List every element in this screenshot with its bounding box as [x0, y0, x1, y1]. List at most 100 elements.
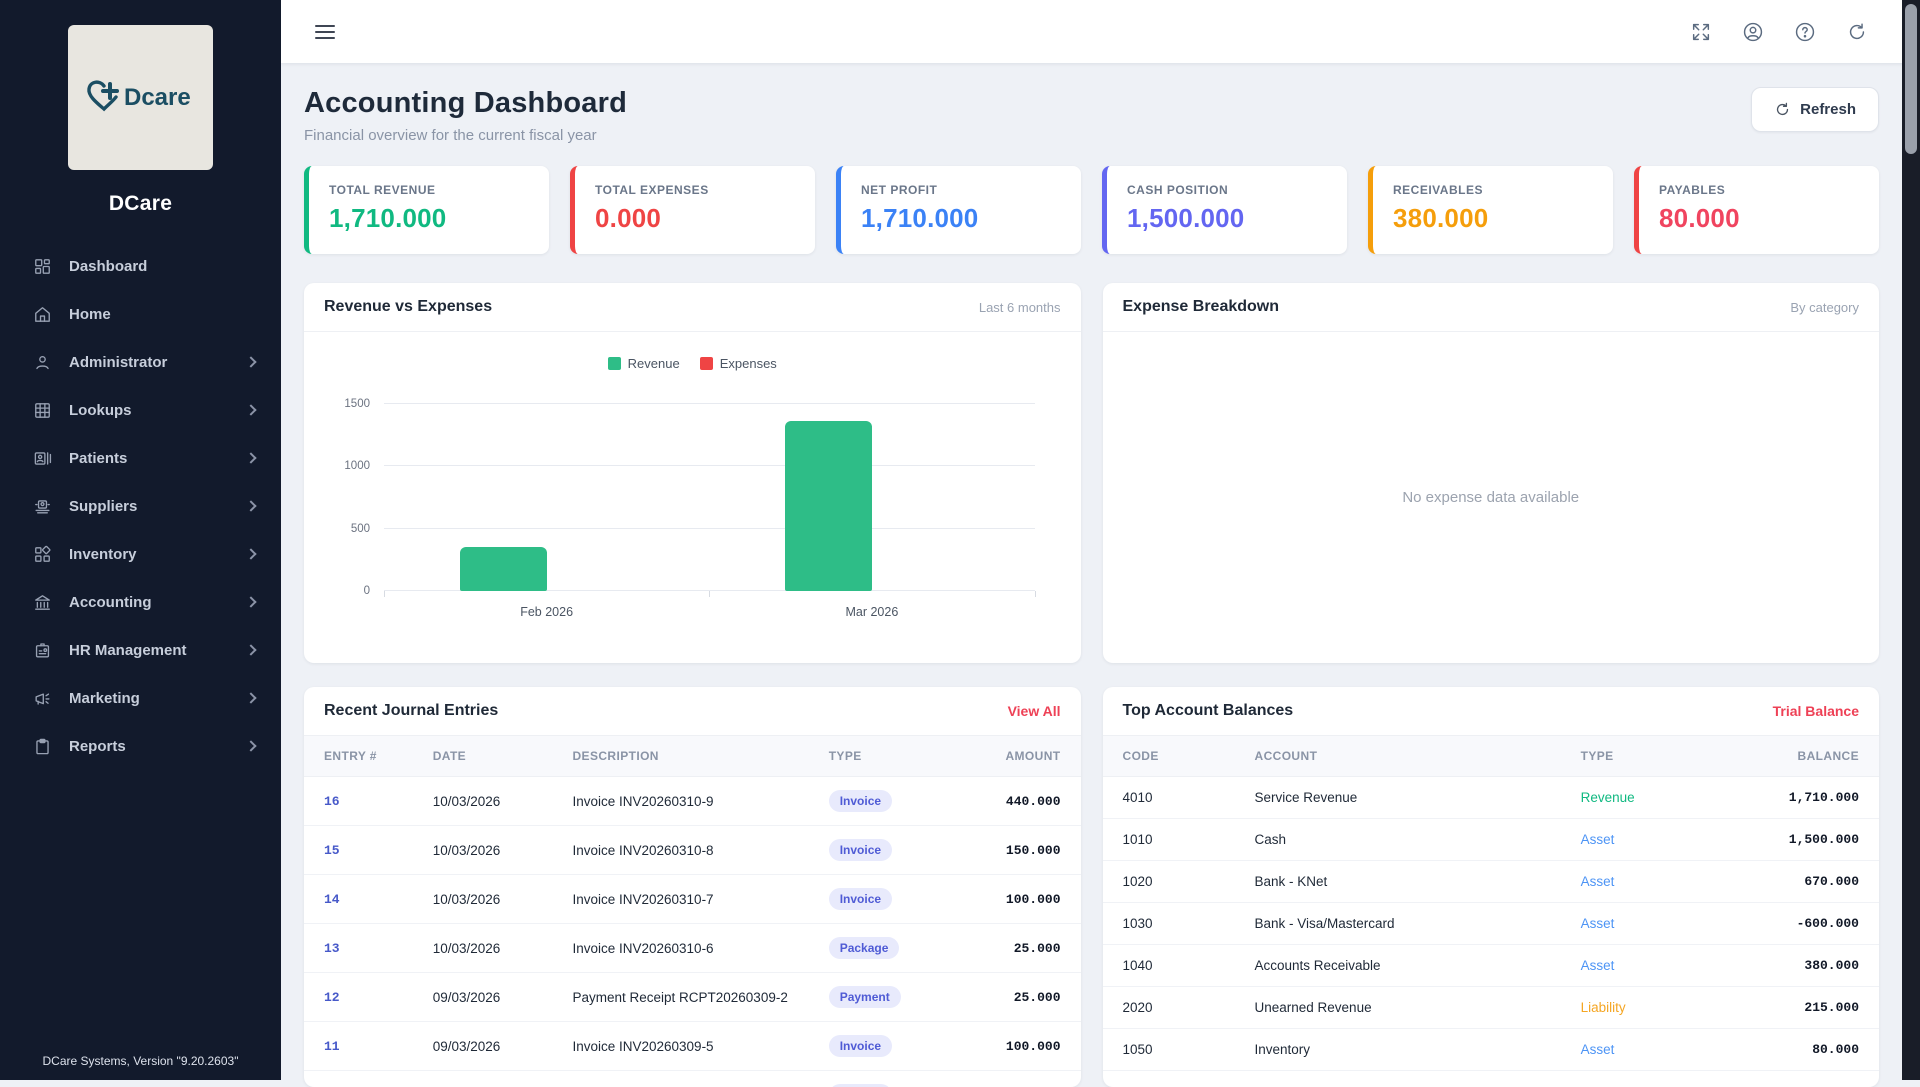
- chevron-right-icon: [245, 596, 256, 607]
- account-type: Asset: [1561, 819, 1732, 861]
- sidebar-item-accounting[interactable]: Accounting: [0, 578, 281, 626]
- entry-link[interactable]: 15: [324, 843, 340, 858]
- page-title: Accounting Dashboard: [304, 87, 627, 120]
- type-badge: Invoice: [829, 790, 892, 812]
- chevron-right-icon: [245, 452, 256, 463]
- gridline: [384, 528, 1035, 529]
- sidebar-item-suppliers[interactable]: Suppliers: [0, 482, 281, 530]
- dcare-logo-icon: Dcare: [82, 72, 200, 124]
- kpi-net-profit: NET PROFIT 1,710.000: [836, 166, 1081, 254]
- help-icon[interactable]: [1794, 21, 1816, 43]
- sidebar-item-lookups[interactable]: Lookups: [0, 386, 281, 434]
- account-balances-table: CODE ACCOUNT TYPE BALANCE 4010Service Re…: [1103, 736, 1880, 1071]
- menu-icon[interactable]: [315, 21, 335, 43]
- journal-entries-card: Recent Journal Entries View All ENTRY # …: [304, 687, 1081, 1087]
- kpi-total-revenue: TOTAL REVENUE 1,710.000: [304, 166, 549, 254]
- user-icon[interactable]: [1742, 21, 1764, 43]
- kpi-cards: TOTAL REVENUE 1,710.000 TOTAL EXPENSES 0…: [304, 166, 1879, 254]
- table-header-row: CODE ACCOUNT TYPE BALANCE: [1103, 736, 1880, 777]
- entry-link[interactable]: 11: [324, 1039, 340, 1054]
- legend-item-revenue[interactable]: Revenue: [608, 356, 680, 371]
- fullscreen-icon[interactable]: [1690, 21, 1712, 43]
- type-badge: Invoice: [829, 888, 892, 910]
- sidebar-nav: Dashboard Home Administrator Lookups Pat…: [0, 242, 281, 1054]
- scrollbar[interactable]: [1902, 0, 1920, 1080]
- y-axis-tick: 0: [364, 585, 370, 597]
- dashboard-icon: [33, 257, 52, 276]
- expense-panel-title: Expense Breakdown: [1123, 298, 1280, 316]
- sidebar-item-reports[interactable]: Reports: [0, 722, 281, 770]
- trial-balance-link[interactable]: Trial Balance: [1773, 703, 1859, 719]
- legend-swatch: [700, 357, 713, 370]
- scrollbar-thumb[interactable]: [1905, 4, 1917, 154]
- x-axis-tickmark: [384, 591, 385, 597]
- inventory-icon: [33, 545, 52, 564]
- y-axis-tick: 1000: [344, 460, 370, 472]
- type-badge: Invoice: [829, 839, 892, 861]
- chevron-right-icon: [245, 548, 256, 559]
- brand-logo[interactable]: Dcare: [68, 25, 213, 170]
- table-row: 1310/03/2026Invoice INV20260310-6Package…: [304, 924, 1081, 973]
- sidebar-item-dashboard[interactable]: Dashboard: [0, 242, 281, 290]
- svg-text:Dcare: Dcare: [124, 84, 191, 111]
- view-all-link[interactable]: View All: [1008, 703, 1061, 719]
- entry-link[interactable]: 12: [324, 990, 340, 1005]
- sidebar-item-marketing[interactable]: Marketing: [0, 674, 281, 722]
- sidebar-item-home[interactable]: Home: [0, 290, 281, 338]
- empty-state-message: No expense data available: [1402, 489, 1579, 506]
- journal-title: Recent Journal Entries: [324, 702, 498, 720]
- chevron-right-icon: [245, 500, 256, 511]
- legend-item-expenses[interactable]: Expenses: [700, 356, 777, 371]
- hr-badge-icon: [33, 641, 52, 660]
- entry-link[interactable]: 16: [324, 794, 340, 809]
- chevron-right-icon: [245, 740, 256, 751]
- sidebar-item-administrator[interactable]: Administrator: [0, 338, 281, 386]
- legend-swatch: [608, 357, 621, 370]
- account-type: Revenue: [1561, 777, 1732, 819]
- sidebar-item-inventory[interactable]: Inventory: [0, 530, 281, 578]
- revenue-expenses-chart-card: Revenue vs Expenses Last 6 months Revenu…: [304, 283, 1081, 663]
- page-content: Accounting Dashboard Financial overview …: [281, 63, 1920, 1087]
- kpi-cash-position: CASH POSITION 1,500.000: [1102, 166, 1347, 254]
- patients-icon: [33, 449, 52, 468]
- entry-link[interactable]: 13: [324, 941, 340, 956]
- balances-title: Top Account Balances: [1123, 702, 1294, 720]
- table-row: 1050InventoryAsset80.000: [1103, 1029, 1880, 1071]
- legend-label: Revenue: [628, 356, 680, 371]
- brand-name: DCare: [0, 192, 281, 216]
- account-type: Liability: [1561, 987, 1732, 1029]
- table-header-row: ENTRY # DATE DESCRIPTION TYPE AMOUNT: [304, 736, 1081, 777]
- chevron-right-icon: [245, 692, 256, 703]
- x-axis-label: Feb 2026: [520, 605, 573, 619]
- table-row: 1510/03/2026Invoice INV20260310-8Invoice…: [304, 826, 1081, 875]
- sidebar-item-patients[interactable]: Patients: [0, 434, 281, 482]
- table-row: 1109/03/2026Invoice INV20260309-5Invoice…: [304, 1022, 1081, 1071]
- table-row: 1030Bank - Visa/MastercardAsset-600.000: [1103, 903, 1880, 945]
- table-row: 1209/03/2026Payment Receipt RCPT20260309…: [304, 973, 1081, 1022]
- table-row: 2020Unearned RevenueLiability215.000: [1103, 987, 1880, 1029]
- bar-revenue-feb-2026: [460, 547, 547, 591]
- suppliers-icon: [33, 497, 52, 516]
- chart-legend: Revenue Expenses: [304, 356, 1081, 371]
- type-badge: Package: [829, 937, 900, 959]
- sidebar: Dcare DCare Dashboard Home Administrator…: [0, 0, 281, 1080]
- table-row: 1410/03/2026Invoice INV20260310-7Invoice…: [304, 875, 1081, 924]
- sidebar-item-hr-management[interactable]: HR Management: [0, 626, 281, 674]
- refresh-button[interactable]: Refresh: [1751, 87, 1879, 132]
- expense-breakdown-card: Expense Breakdown By category No expense…: [1103, 283, 1880, 663]
- entry-link[interactable]: 14: [324, 892, 340, 907]
- gridline: [384, 465, 1035, 466]
- refresh-icon[interactable]: [1846, 21, 1868, 43]
- x-axis-label: Mar 2026: [845, 605, 898, 619]
- refresh-icon: [1774, 101, 1791, 118]
- journal-entries-table: ENTRY # DATE DESCRIPTION TYPE AMOUNT 16 1…: [304, 736, 1081, 1087]
- marketing-megaphone-icon: [33, 689, 52, 708]
- accounting-icon: [33, 593, 52, 612]
- account-type: Asset: [1561, 903, 1732, 945]
- gridline: [384, 403, 1035, 404]
- table-row: 4010Service RevenueRevenue1,710.000: [1103, 777, 1880, 819]
- chart-period-label: Last 6 months: [979, 300, 1061, 315]
- kpi-receivables: RECEIVABLES 380.000: [1368, 166, 1613, 254]
- bar-revenue-mar-2026: [785, 421, 872, 591]
- type-badge: Payment: [829, 986, 901, 1008]
